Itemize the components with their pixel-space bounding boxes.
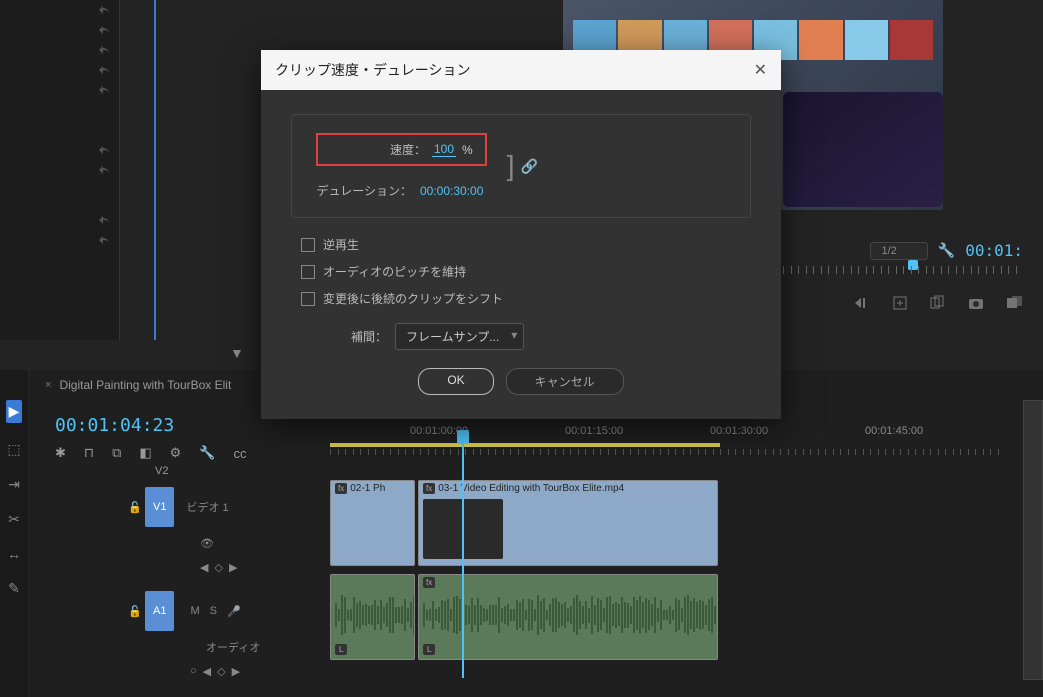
sequence-name: Digital Painting with TourBox Elit	[59, 378, 231, 392]
marker-icon[interactable]: ◧	[139, 445, 151, 461]
timeline-timecode[interactable]: 00:01:04:23	[55, 415, 174, 436]
solo-icon[interactable]: S	[210, 605, 217, 618]
audio-clip[interactable]: L	[330, 574, 415, 660]
duration-label: デュレーション：	[316, 182, 412, 199]
add-marker2-icon[interactable]	[929, 294, 947, 312]
track-v1-badge[interactable]: V1	[145, 487, 174, 527]
ripple-label: 変更後に後続のクリップをシフト	[323, 290, 503, 307]
clip-speed-dialog: クリップ速度・デュレーション ✕ 速度： 100 % デュレーション： 00:0…	[261, 50, 781, 419]
add-marker-icon[interactable]	[891, 294, 909, 312]
dialog-title: クリップ速度・デュレーション	[275, 60, 470, 80]
magnet-icon[interactable]: ⊓	[84, 445, 94, 461]
undo-icon	[95, 144, 111, 156]
pitch-checkbox[interactable]	[301, 265, 315, 279]
reverse-label: 逆再生	[323, 236, 359, 253]
filter-icon[interactable]: ▼	[230, 345, 244, 361]
cancel-button[interactable]: キャンセル	[506, 368, 624, 395]
undo-icon	[95, 4, 111, 16]
interp-label: 補間：	[351, 328, 387, 345]
razor-tool[interactable]: ✂	[8, 511, 20, 528]
clip-name: 03-1 Video Editing with TourBox Elite.mp…	[438, 483, 624, 494]
ripple-tool[interactable]: ⇥	[8, 476, 20, 493]
undo-icon	[95, 44, 111, 56]
mark-in-icon[interactable]	[853, 294, 871, 312]
settings-icon[interactable]: ⚙	[170, 445, 182, 461]
speed-label: 速度：	[330, 141, 426, 158]
track-v1-name: ビデオ 1	[186, 499, 228, 515]
ruler-label: 00:01:30:00	[710, 425, 768, 437]
undo-icon	[95, 64, 111, 76]
pen-tool[interactable]: ✎	[8, 580, 20, 597]
timeline-ruler[interactable]: 00:01:00:00 00:01:15:00 00:01:30:00 00:0…	[330, 425, 1023, 455]
prev-kf-icon[interactable]: ◀	[203, 665, 211, 678]
track-a1-name: オーディオ	[206, 639, 260, 655]
speed-input[interactable]: 100	[432, 142, 456, 157]
undo-icon	[95, 214, 111, 226]
panel-divider[interactable]	[154, 0, 156, 340]
undo-icon	[95, 24, 111, 36]
preview-playhead[interactable]	[908, 260, 918, 270]
caption-icon[interactable]: cc	[234, 446, 247, 461]
ruler-label: 00:01:15:00	[565, 425, 623, 437]
mic-icon[interactable]: 🎤	[227, 605, 241, 618]
track-select-tool[interactable]: ⬚	[7, 441, 20, 458]
close-icon[interactable]: ✕	[754, 60, 767, 80]
fx-badge: fx	[423, 483, 435, 494]
undo-icon	[95, 84, 111, 96]
audio-track[interactable]: L fx L	[330, 574, 1023, 662]
ok-button[interactable]: OK	[418, 368, 493, 395]
undo-icon	[95, 164, 111, 176]
percent-label: %	[462, 143, 473, 157]
ruler-label: 00:01:45:00	[865, 425, 923, 437]
timeline-panel: × Digital Painting with TourBox Elit 00:…	[30, 370, 1043, 697]
track-v2-label[interactable]: V2	[155, 465, 168, 477]
export-frame-icon[interactable]	[1005, 294, 1023, 312]
prev-kf-icon[interactable]: ◀	[200, 561, 208, 574]
selection-tool[interactable]: ▶	[6, 400, 23, 423]
next-kf-icon[interactable]: ▶	[232, 665, 240, 678]
wrench-icon[interactable]: 🔧	[938, 242, 955, 259]
interp-select[interactable]: フレームサンプ...	[395, 323, 524, 350]
lock-icon[interactable]: 🔓	[128, 605, 142, 618]
camera-icon[interactable]	[967, 294, 985, 312]
wrench2-icon[interactable]: 🔧	[199, 445, 215, 461]
zoom-select[interactable]: 1/2	[870, 242, 927, 260]
work-area[interactable]	[330, 443, 720, 447]
reverse-checkbox[interactable]	[301, 238, 315, 252]
fx-badge: fx	[335, 483, 347, 494]
ripple-checkbox[interactable]	[301, 292, 315, 306]
toolbar: ▶ ⬚ ⇥ ✂ ↔ ✎	[0, 370, 28, 697]
audio-meter	[1023, 400, 1043, 680]
sequence-tab[interactable]: × Digital Painting with TourBox Elit	[45, 378, 231, 392]
lock-icon[interactable]: 🔓	[128, 501, 142, 514]
close-icon[interactable]: ×	[45, 379, 51, 391]
duration-input[interactable]: 00:00:30:00	[420, 184, 483, 198]
clip-name: 02-1 Ph	[350, 483, 385, 494]
kf-dot-icon[interactable]: ○	[190, 665, 197, 677]
pitch-label: オーディオのピッチを維持	[323, 263, 466, 280]
next-kf-icon[interactable]: ▶	[229, 561, 237, 574]
mute-icon[interactable]: M	[190, 605, 199, 618]
video-clip[interactable]: fx02-1 Ph	[330, 480, 415, 566]
link-bracket: ] 🔗	[507, 150, 538, 182]
eye-icon[interactable]: 👁	[200, 537, 214, 550]
history-panel	[0, 0, 120, 340]
speed-field-highlight: 速度： 100 %	[316, 133, 487, 166]
duration-timecode: 00:01:	[965, 241, 1023, 260]
add-kf-icon[interactable]: ◇	[217, 665, 225, 678]
playhead[interactable]	[462, 438, 464, 678]
undo-icon	[95, 234, 111, 246]
snap-icon[interactable]: ✱	[55, 445, 66, 461]
slip-tool[interactable]: ↔	[7, 546, 21, 562]
video-track[interactable]: fx02-1 Ph fx03-1 Video Editing with Tour…	[330, 480, 1023, 568]
link-icon[interactable]: 🔗	[520, 158, 537, 175]
add-kf-icon[interactable]: ◇	[214, 561, 222, 574]
track-a1-badge[interactable]: A1	[145, 591, 174, 631]
link-icon[interactable]: ⧉	[112, 445, 121, 461]
